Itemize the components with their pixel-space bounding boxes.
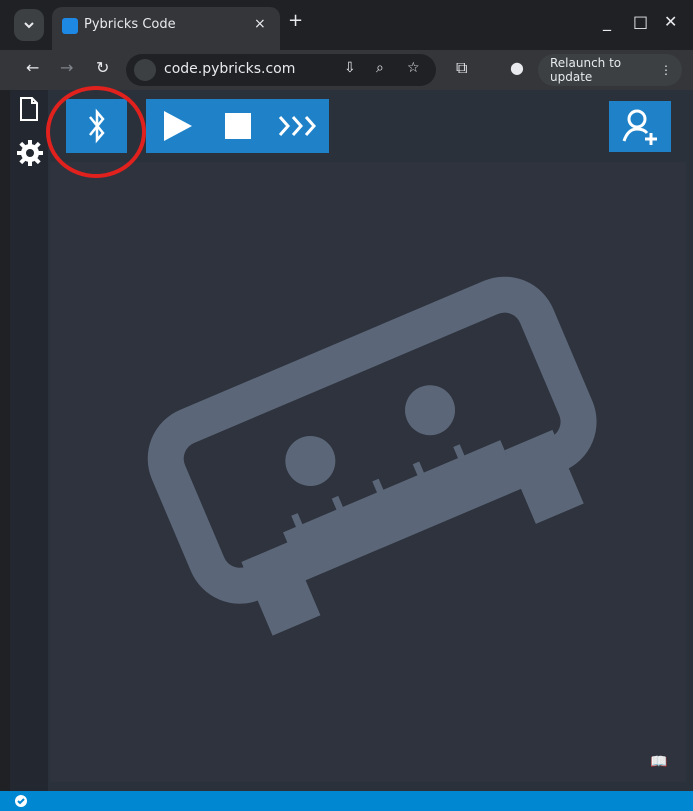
- pybricks-logo-icon: [147, 276, 597, 636]
- repl-chevrons-icon: [278, 116, 316, 136]
- back-arrow-icon[interactable]: ←: [26, 58, 39, 77]
- browser-tab[interactable]: Pybricks Code ×: [52, 7, 280, 50]
- address-bar[interactable]: code.pybricks.com ⇩ ⌕ ☆: [126, 54, 436, 86]
- url-text: code.pybricks.com: [164, 61, 296, 77]
- stop-icon: [224, 113, 251, 139]
- stop-button[interactable]: [207, 99, 268, 153]
- highlight-circle: [46, 86, 146, 178]
- zoom-icon[interactable]: ⌕: [376, 60, 384, 76]
- profile-icon[interactable]: ●: [510, 58, 524, 77]
- chevron-down-icon: [24, 22, 34, 29]
- code-editor[interactable]: 📖: [50, 162, 686, 782]
- browser-titlebar: Pybricks Code × + _ □ ✕: [0, 0, 693, 50]
- tab-search-button[interactable]: [14, 9, 44, 41]
- pybricks-favicon-icon: [62, 18, 78, 34]
- minimize-button[interactable]: _: [603, 12, 611, 31]
- activity-sidebar: [10, 90, 48, 791]
- check-circle-icon: [15, 795, 27, 807]
- site-info-icon[interactable]: [134, 59, 156, 81]
- close-window-button[interactable]: ✕: [664, 12, 677, 31]
- file-icon[interactable]: [19, 96, 39, 122]
- tab-title: Pybricks Code: [84, 17, 176, 32]
- relaunch-button[interactable]: Relaunch to update ⋮: [538, 54, 682, 86]
- status-bar: [0, 791, 693, 811]
- repl-button[interactable]: [268, 99, 329, 153]
- settings-icon[interactable]: [17, 140, 43, 166]
- run-button[interactable]: [146, 99, 207, 153]
- maximize-button[interactable]: □: [633, 12, 648, 31]
- tab-close-button[interactable]: ×: [254, 16, 266, 32]
- menu-dots-icon[interactable]: ⋮: [660, 63, 672, 77]
- person-add-icon: [622, 109, 657, 145]
- pybricks-app: 📖: [10, 90, 693, 791]
- play-icon: [163, 111, 192, 141]
- new-tab-button[interactable]: +: [288, 12, 303, 30]
- extensions-icon[interactable]: ⧉: [456, 58, 467, 78]
- browser-toolbar: ← → ↻ code.pybricks.com ⇩ ⌕ ☆ ⧉ ● Relaun…: [0, 50, 693, 90]
- install-app-icon[interactable]: ⇩: [344, 60, 356, 76]
- bookmark-star-icon[interactable]: ☆: [407, 60, 420, 76]
- relaunch-label: Relaunch to update: [550, 56, 622, 84]
- reload-icon[interactable]: ↻: [96, 58, 109, 77]
- sponsor-account-button[interactable]: [609, 101, 671, 152]
- forward-arrow-icon[interactable]: →: [60, 58, 73, 77]
- book-icon[interactable]: 📖: [650, 754, 667, 770]
